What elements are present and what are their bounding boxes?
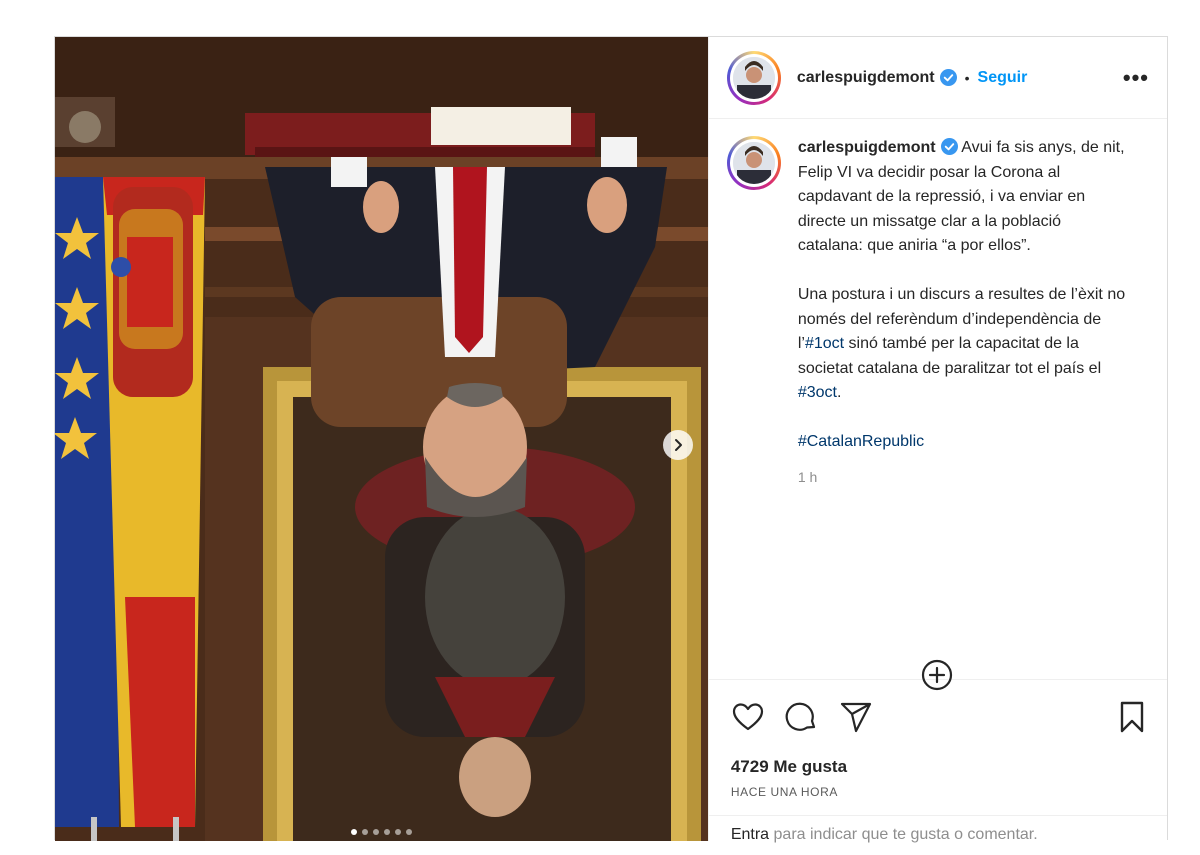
hashtag-catalanrepublic[interactable]: #CatalanRepublic (798, 433, 924, 450)
post-photo (55, 37, 708, 841)
avatar-photo (732, 56, 775, 99)
bookmark-icon[interactable] (1115, 700, 1149, 734)
caption-paragraph-1: Avui fa sis anys, de nit, Felip VI va de… (797, 139, 1125, 254)
comment-prompt-text: para indicar que te gusta o comentar. (769, 826, 1038, 843)
carousel-dot (350, 829, 357, 835)
caption-area: carlespuigdemont Avui fa sis anys, de ni… (709, 119, 1167, 691)
caption-username[interactable]: carlespuigdemont (798, 139, 936, 156)
more-options-button[interactable]: ••• (1123, 66, 1149, 88)
hashtag-3oct[interactable]: #3oct (798, 384, 837, 401)
plus-circle-icon[interactable] (921, 659, 953, 691)
instagram-post: carlespuigdemont • Seguir ••• carlespuig… (54, 36, 1168, 843)
caption-paragraph-2-mid: sinó també per la capacitat de la societ… (797, 335, 1102, 377)
caption-paragraph-2-end: . (836, 384, 842, 401)
carousel-dot (361, 829, 368, 835)
verified-badge-icon (939, 69, 957, 86)
like-count[interactable]: 4729 Me gusta (709, 757, 1167, 777)
carousel-dot (394, 829, 401, 835)
post-age: HACE UNA HORA (730, 785, 838, 799)
heart-icon[interactable] (731, 700, 765, 734)
login-link[interactable]: Entra (731, 826, 769, 843)
carousel-dot (383, 829, 390, 835)
carousel-dots (55, 829, 708, 835)
caption-row: carlespuigdemont Avui fa sis anys, de ni… (726, 136, 1149, 490)
username[interactable]: carlespuigdemont (797, 69, 935, 87)
separator-dot: • (964, 69, 970, 86)
post-media[interactable] (55, 37, 708, 841)
comment-prompt: Entra para indicar que te gusta o coment… (708, 815, 1167, 855)
hashtag-1oct[interactable]: #1oct (805, 335, 844, 352)
chevron-right-icon (675, 439, 682, 451)
carousel-dot (405, 829, 412, 835)
verified-badge-icon (940, 138, 958, 155)
avatar[interactable] (726, 50, 781, 105)
caption-avatar[interactable] (726, 136, 781, 190)
paper-plane-icon[interactable] (839, 700, 873, 734)
avatar-photo (732, 142, 775, 184)
post-side-panel: carlespuigdemont • Seguir ••• carlespuig… (707, 37, 1167, 843)
next-slide-button[interactable] (663, 430, 693, 460)
comment-bubble-icon[interactable] (785, 700, 819, 734)
caption-text: carlespuigdemont Avui fa sis anys, de ni… (798, 136, 1128, 490)
carousel-dot (372, 829, 379, 835)
follow-button[interactable]: Seguir (978, 69, 1028, 87)
post-header: carlespuigdemont • Seguir ••• (708, 37, 1167, 119)
caption-timestamp[interactable]: 1 h (798, 465, 1128, 490)
